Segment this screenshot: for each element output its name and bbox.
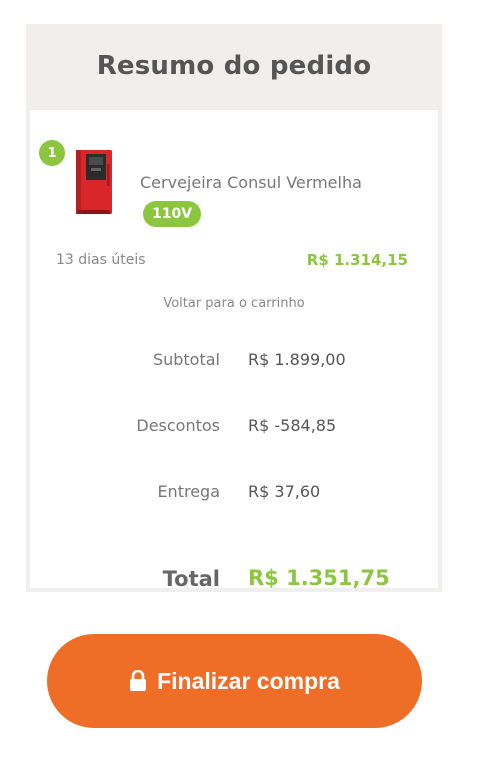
- total-label: Total: [162, 567, 220, 591]
- product-image: [76, 150, 112, 214]
- discount-label: Descontos: [136, 416, 220, 435]
- total-value: R$ 1.351,75: [248, 566, 390, 590]
- discount-value: R$ -584,85: [248, 416, 337, 435]
- order-summary-title: Resumo do pedido: [96, 51, 372, 81]
- checkout-button[interactable]: Finalizar compra: [47, 634, 422, 728]
- order-summary-header: Resumo do pedido: [26, 24, 442, 108]
- checkout-button-label: Finalizar compra: [157, 667, 340, 694]
- delivery-time: 13 dias úteis: [56, 252, 146, 268]
- subtotal-value: R$ 1.899,00: [248, 350, 346, 369]
- order-summary-panel: Resumo do pedido 1 Cervejeira Consul Ver…: [26, 24, 442, 592]
- back-to-cart-link[interactable]: Voltar para o carrinho: [30, 296, 438, 311]
- lock-icon: [130, 670, 147, 691]
- quantity-badge: 1: [39, 140, 65, 166]
- cart-item-card: 1 Cervejeira Consul Vermelha 110V 13 dia…: [30, 110, 438, 302]
- shipping-label: Entrega: [157, 482, 220, 501]
- shipping-value: R$ 37,60: [248, 482, 321, 501]
- subtotal-label: Subtotal: [152, 350, 220, 369]
- voltage-badge: 110V: [143, 201, 202, 227]
- item-price: R$ 1.314,15: [306, 251, 408, 269]
- totals-card: Voltar para o carrinho Subtotal R$ 1.899…: [30, 284, 438, 591]
- product-name[interactable]: Cervejeira Consul Vermelha: [140, 173, 362, 192]
